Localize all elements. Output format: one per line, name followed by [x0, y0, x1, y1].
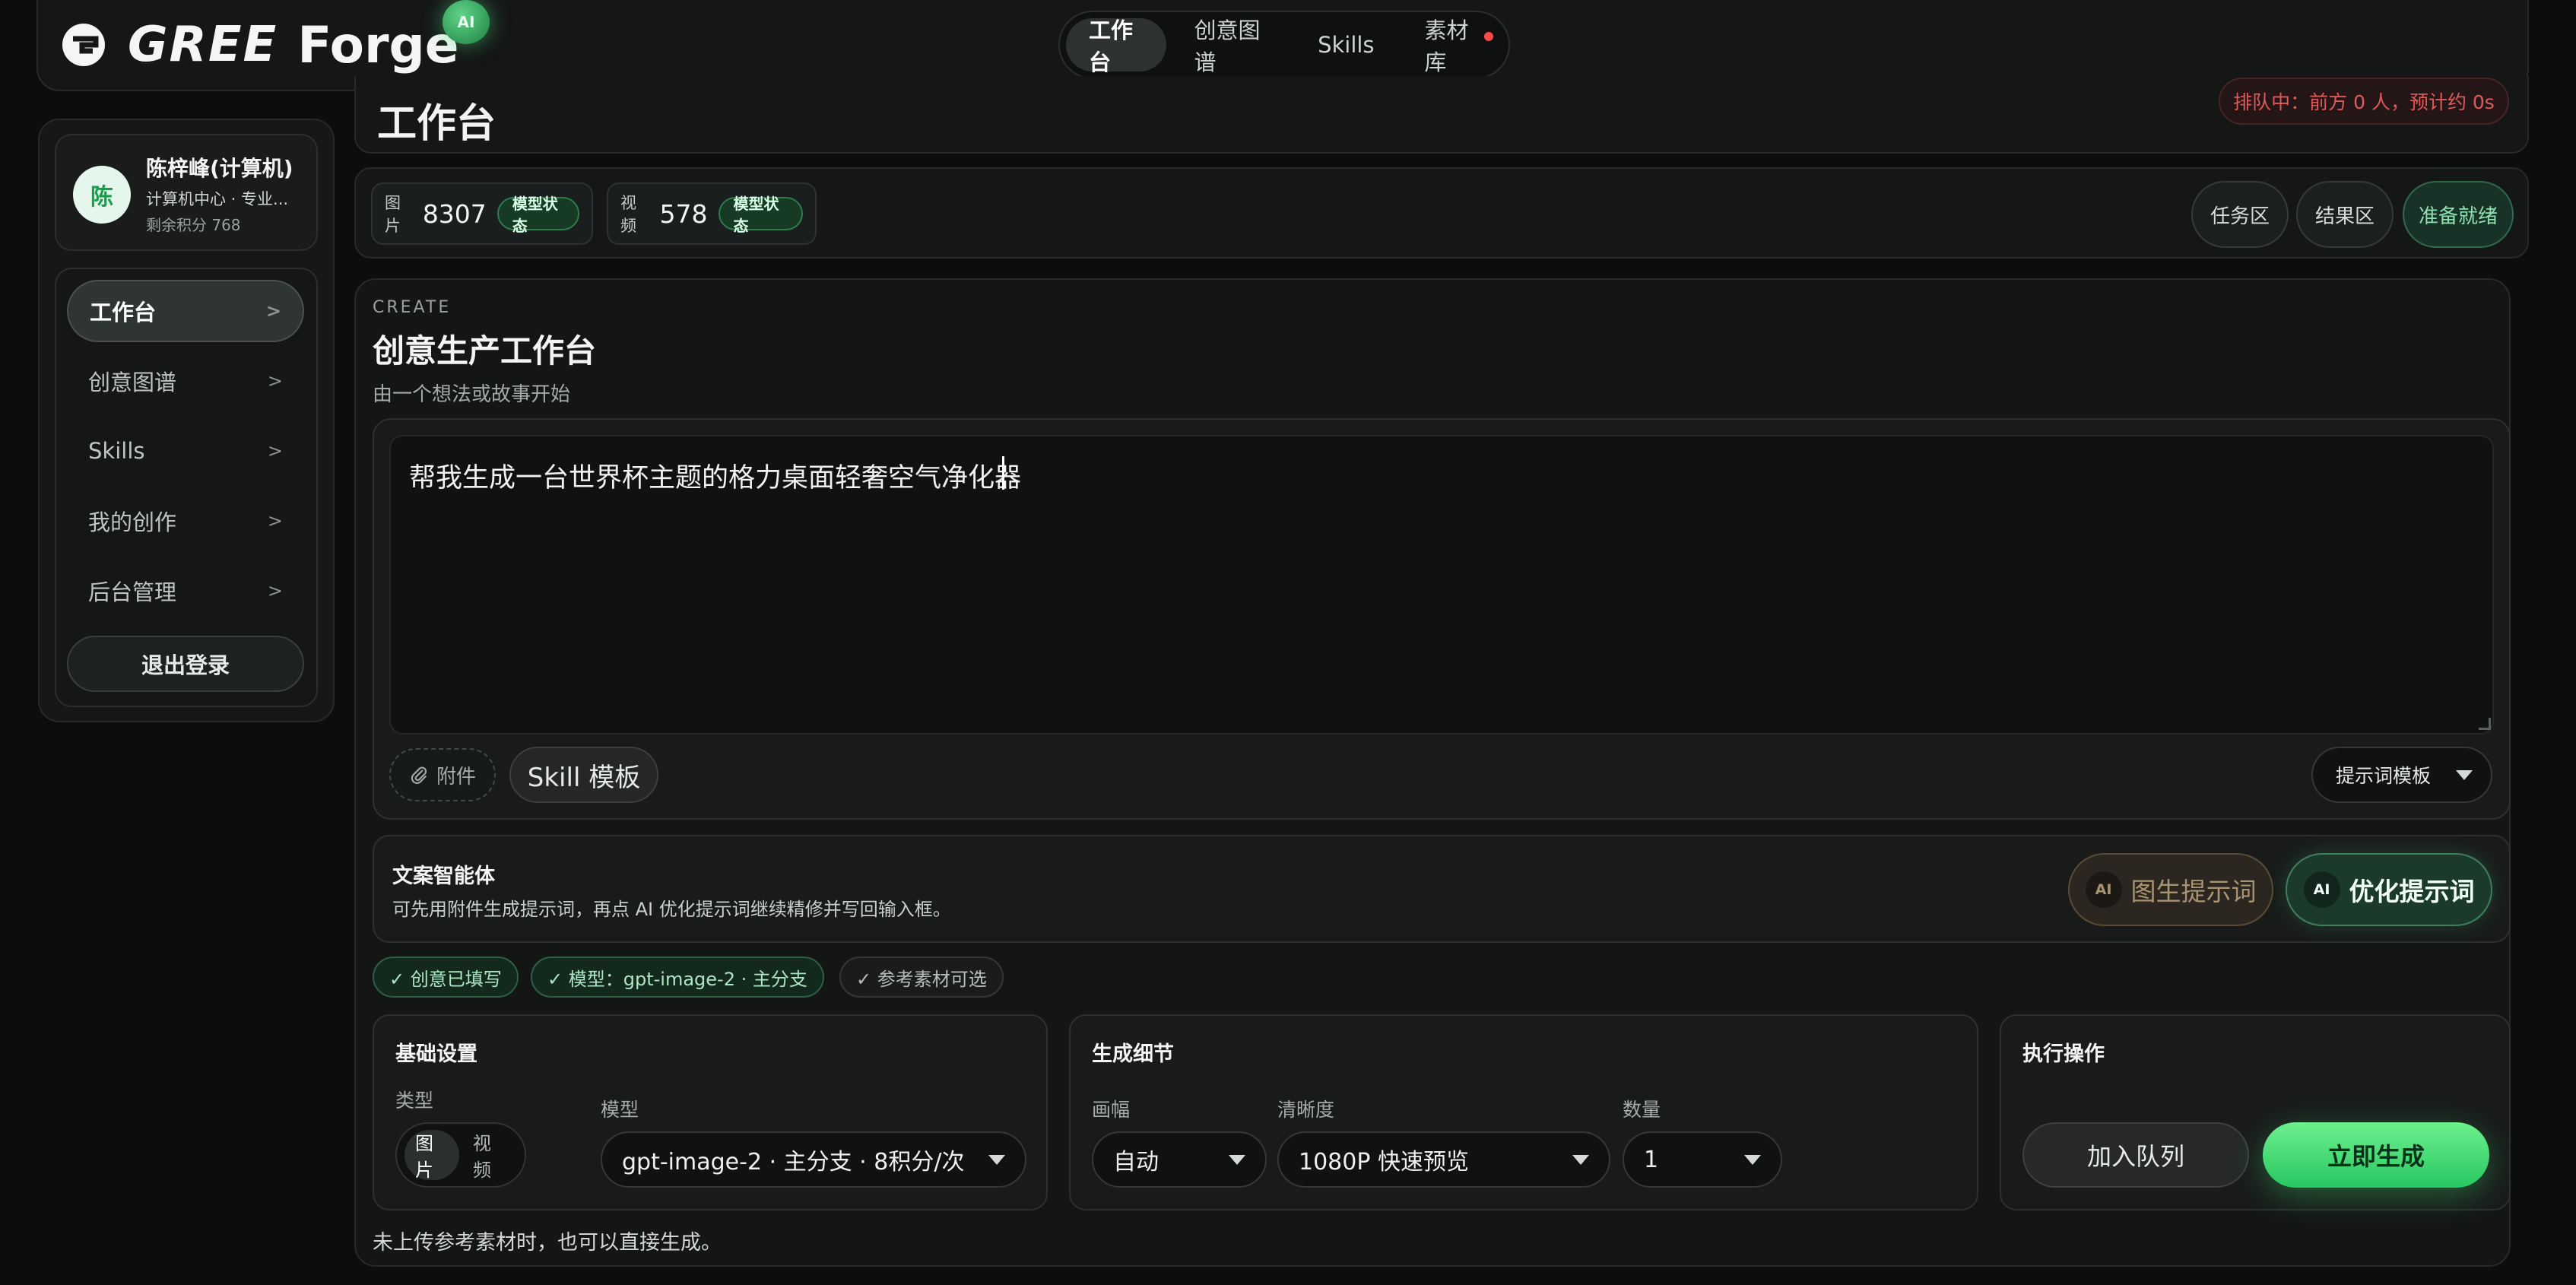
generate-now-button[interactable]: 立即生成 — [2263, 1122, 2489, 1188]
queue-status-badge: 排队中：前方 0 人，预计约 0s — [2219, 78, 2509, 125]
video-stat-label: 视频 — [620, 194, 636, 235]
count-label: 数量 — [1623, 1099, 1661, 1121]
page-header — [354, 76, 2529, 154]
image-to-prompt-button[interactable]: AI 图生提示词 — [2068, 853, 2273, 926]
chevron-right-icon: > — [267, 370, 283, 392]
skill-template-button[interactable]: Skill 模板 — [509, 747, 658, 803]
optimize-prompt-button[interactable]: AI 优化提示词 — [2286, 853, 2492, 926]
create-subtitle: 由一个想法或故事开始 — [373, 383, 571, 406]
logout-button[interactable]: 退出登录 — [67, 636, 304, 692]
sidebar-item-label: 我的创作 — [88, 509, 177, 535]
agent-title: 文案智能体 — [392, 865, 495, 888]
image-stat-count: 8307 — [422, 198, 487, 229]
actions-title: 执行操作 — [2022, 1042, 2105, 1066]
page-title: 工作台 — [377, 101, 496, 147]
check-chip-model: ✓ 模型：gpt-image-2 · 主分支 — [531, 957, 824, 998]
sidebar-item-label: 后台管理 — [88, 579, 177, 605]
image-stat-label: 图片 — [385, 194, 401, 235]
agent-description: 可先用附件生成提示词，再点 AI 优化提示词继续精修并写回输入框。 — [392, 899, 951, 920]
chevron-down-icon — [1572, 1154, 1589, 1165]
tab-workbench[interactable]: 工作台 — [1066, 17, 1167, 75]
ai-icon: AI — [2303, 871, 2340, 908]
ratio-select[interactable]: 自动 — [1092, 1131, 1267, 1188]
top-nav: 工作台 创意图谱 Skills 素材库 — [1058, 11, 1510, 79]
ai-badge: AI — [443, 0, 490, 44]
paperclip-icon — [411, 766, 427, 784]
type-option-image[interactable]: 图片 — [404, 1130, 459, 1181]
ratio-select-value: 自动 — [1113, 1149, 1159, 1176]
results-area-button[interactable]: 结果区 — [2296, 181, 2394, 248]
chevron-down-icon — [1744, 1154, 1761, 1165]
notification-dot — [1484, 32, 1493, 41]
chevron-down-icon — [1229, 1154, 1245, 1165]
attachment-label: 附件 — [436, 765, 476, 788]
ratio-label: 画幅 — [1092, 1099, 1131, 1121]
chevron-down-icon — [2456, 769, 2473, 780]
resize-handle-icon[interactable] — [2479, 718, 2491, 730]
sidebar-item-skills[interactable]: Skills > — [67, 420, 304, 482]
quality-select-value: 1080P 快速预览 — [1299, 1149, 1469, 1176]
ready-status-button[interactable]: 准备就绪 — [2403, 181, 2514, 248]
ai-icon: AI — [2085, 871, 2122, 908]
chevron-right-icon: > — [265, 300, 281, 322]
image-model-status-chip[interactable]: 模型状态 — [496, 195, 579, 235]
sidebar-item-workbench[interactable]: 工作台 > — [67, 280, 304, 342]
image-to-prompt-label: 图生提示词 — [2130, 877, 2257, 906]
model-select[interactable]: gpt-image-2 · 主分支 · 8积分/次 — [601, 1131, 1026, 1188]
video-stat: 视频 578 模型状态 — [607, 182, 817, 245]
text-caret — [1002, 456, 1004, 490]
chevron-down-icon — [988, 1154, 1005, 1165]
type-option-video[interactable]: 视频 — [462, 1130, 517, 1181]
quality-select[interactable]: 1080P 快速预览 — [1277, 1131, 1610, 1188]
avatar[interactable]: 陈 — [73, 166, 131, 224]
footer-note: 未上传参考素材时，也可以直接生成。 — [373, 1231, 722, 1255]
video-stat-count: 578 — [659, 198, 708, 229]
brand-logo[interactable]: GREE Forge — [59, 15, 459, 75]
count-select[interactable]: 1 — [1623, 1131, 1782, 1188]
model-select-value: gpt-image-2 · 主分支 · 8积分/次 — [622, 1149, 965, 1176]
model-label: 模型 — [601, 1099, 639, 1121]
type-label: 类型 — [395, 1090, 434, 1112]
prompt-template-select[interactable]: 提示词模板 — [2311, 747, 2492, 803]
check-chip-reference: ✓ 参考素材可选 — [839, 957, 1004, 998]
user-dept: 计算机中心 · 专业... — [146, 190, 289, 208]
tab-asset-library-label: 素材库 — [1424, 17, 1469, 75]
sidebar-item-label: Skills — [88, 438, 145, 464]
sidebar-item-creative-graph[interactable]: 创意图谱 > — [67, 350, 304, 412]
chevron-right-icon: > — [267, 510, 283, 531]
create-eyebrow: CREATE — [373, 298, 452, 317]
optimize-prompt-label: 优化提示词 — [2349, 877, 2475, 906]
basic-settings-title: 基础设置 — [395, 1042, 477, 1066]
create-title: 创意生产工作台 — [373, 332, 597, 370]
sidebar-item-label: 工作台 — [90, 300, 157, 325]
sidebar-item-admin[interactable]: 后台管理 > — [67, 560, 304, 622]
chevron-right-icon: > — [267, 440, 283, 462]
generation-details-title: 生成细节 — [1092, 1042, 1174, 1066]
user-name: 陈梓峰(计算机) — [146, 156, 293, 181]
tasks-area-button[interactable]: 任务区 — [2191, 181, 2289, 248]
brand-gree-text: GREE — [128, 17, 278, 73]
prompt-template-label: 提示词模板 — [2336, 765, 2432, 787]
sidebar-item-label: 创意图谱 — [88, 370, 177, 395]
user-points: 剩余积分 768 — [146, 216, 241, 234]
type-toggle: 图片 视频 — [395, 1122, 526, 1188]
prompt-value: 帮我生成一台世界杯主题的格力桌面轻奢空气净化器 — [409, 463, 1022, 493]
brand-forge-text: Forge — [297, 15, 459, 75]
gree-logo-icon — [62, 24, 105, 66]
attachment-button[interactable]: 附件 — [389, 748, 496, 801]
add-to-queue-button[interactable]: 加入队列 — [2022, 1122, 2249, 1188]
image-stat: 图片 8307 模型状态 — [371, 182, 593, 245]
tab-asset-library[interactable]: 素材库 — [1402, 17, 1502, 75]
video-model-status-chip[interactable]: 模型状态 — [718, 195, 803, 235]
count-select-value: 1 — [1644, 1146, 1659, 1173]
tab-creative-graph[interactable]: 创意图谱 — [1171, 17, 1290, 75]
quality-label: 清晰度 — [1277, 1099, 1335, 1121]
chevron-right-icon: > — [267, 580, 283, 601]
tab-skills[interactable]: Skills — [1295, 18, 1397, 71]
sidebar-item-my-creations[interactable]: 我的创作 > — [67, 490, 304, 552]
check-chip-idea: ✓ 创意已填写 — [373, 957, 519, 998]
